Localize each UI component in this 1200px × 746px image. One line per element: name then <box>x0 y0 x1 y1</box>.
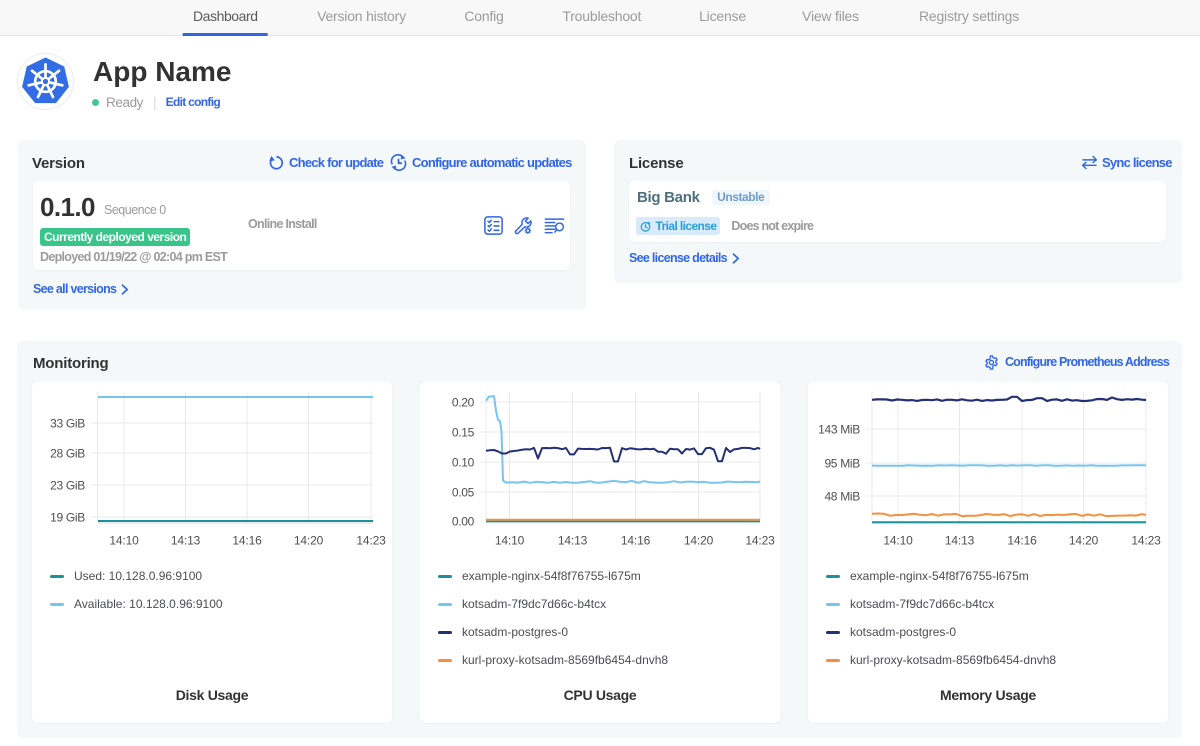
svg-text:48 MiB: 48 MiB <box>824 489 860 503</box>
svg-text:14:23: 14:23 <box>356 534 386 548</box>
svg-text:14:23: 14:23 <box>1131 534 1161 548</box>
svg-text:0.20: 0.20 <box>452 395 475 409</box>
svg-text:14:23: 14:23 <box>745 534 775 548</box>
svg-text:14:13: 14:13 <box>171 534 201 548</box>
svg-text:14:16: 14:16 <box>1007 534 1037 548</box>
svg-text:14:13: 14:13 <box>558 534 588 548</box>
svg-text:19 GiB: 19 GiB <box>50 510 85 524</box>
svg-text:0.00: 0.00 <box>452 514 475 528</box>
svg-text:95 MiB: 95 MiB <box>824 456 860 470</box>
svg-text:14:10: 14:10 <box>495 534 525 548</box>
svg-text:14:10: 14:10 <box>883 534 913 548</box>
svg-text:14:20: 14:20 <box>1069 534 1099 548</box>
svg-text:0.15: 0.15 <box>452 425 475 439</box>
svg-text:14:16: 14:16 <box>621 534 651 548</box>
svg-text:14:20: 14:20 <box>684 534 714 548</box>
svg-text:0.10: 0.10 <box>452 455 475 469</box>
svg-text:28 GiB: 28 GiB <box>50 446 85 460</box>
svg-text:14:16: 14:16 <box>232 534 262 548</box>
svg-text:23 GiB: 23 GiB <box>50 478 85 492</box>
svg-text:0.05: 0.05 <box>452 485 475 499</box>
svg-text:14:10: 14:10 <box>109 534 139 548</box>
svg-text:14:13: 14:13 <box>945 534 975 548</box>
svg-text:143 MiB: 143 MiB <box>818 422 860 436</box>
svg-text:33 GiB: 33 GiB <box>50 416 85 430</box>
svg-text:14:20: 14:20 <box>294 534 324 548</box>
